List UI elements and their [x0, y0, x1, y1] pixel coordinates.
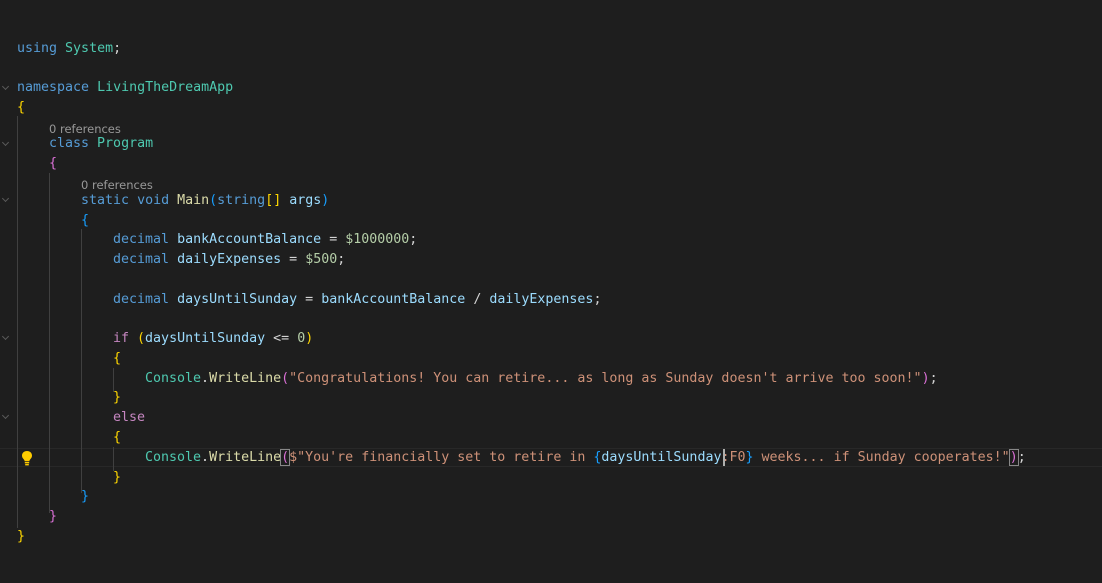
code-line-brace: } — [113, 390, 122, 405]
variable-name: bankAccountBalance — [321, 292, 466, 307]
keyword: static — [81, 193, 130, 208]
parameter-name: args — [289, 193, 322, 208]
code-line-brace: } — [81, 489, 90, 504]
fold-chevron-icon[interactable] — [2, 84, 10, 92]
keyword: else — [113, 410, 146, 425]
numeric-literal: $500 — [305, 252, 338, 267]
code-line-brace: { — [81, 213, 90, 228]
fold-chevron-icon[interactable] — [2, 334, 10, 342]
codelens-references[interactable]: 0 references — [81, 178, 153, 192]
numeric-literal: $1000000 — [345, 232, 410, 247]
code-line-brace: } — [17, 529, 26, 544]
code-line-writeline-congrats: Console.WriteLine("Congratulations! You … — [145, 371, 938, 386]
variable-name: dailyExpenses — [489, 292, 594, 307]
code-line-if: if (daysUntilSunday <= 0) — [113, 331, 314, 346]
codelens-references[interactable]: 0 references — [49, 122, 121, 136]
keyword: namespace — [17, 80, 90, 95]
keyword: string — [217, 193, 266, 208]
indent-guide — [17, 116, 18, 528]
code-line-writeline-interp: Console.WriteLine($"You're financially s… — [145, 449, 1026, 466]
string-literal: weeks... if Sunday cooperates!" — [753, 450, 1010, 465]
matched-bracket: ) — [1008, 449, 1019, 466]
string-literal: "Congratulations! You can retire... as l… — [289, 371, 922, 386]
code-line-brace: { — [17, 100, 26, 115]
variable-name: dailyExpenses — [177, 252, 282, 267]
code-line-brace: { — [113, 351, 122, 366]
format-specifier: :F0 — [721, 450, 746, 465]
code-line-main: static void Main(string[] args) — [81, 193, 330, 208]
lightbulb-icon[interactable] — [21, 450, 33, 466]
text-cursor — [723, 449, 725, 466]
keyword: class — [49, 136, 90, 151]
code-editor[interactable]: using System; namespace LivingTheDreamAp… — [0, 0, 1102, 583]
indent-guide — [49, 173, 50, 513]
keyword: decimal — [113, 252, 170, 267]
code-line-brace: } — [49, 509, 58, 524]
numeric-literal: 0 — [297, 331, 306, 346]
code-line-days: decimal daysUntilSunday = bankAccountBal… — [113, 292, 602, 307]
code-line-brace: { — [113, 430, 122, 445]
variable-name: bankAccountBalance — [177, 232, 322, 247]
class-name: Program — [97, 136, 154, 151]
class-reference: Console — [145, 450, 202, 465]
indent-guide — [113, 447, 114, 471]
string-literal: $"You're financially set to retire in — [289, 450, 594, 465]
code-line-namespace: namespace LivingTheDreamApp — [17, 79, 233, 97]
code-line-class: class Program — [49, 135, 153, 153]
method-call: WriteLine — [209, 450, 282, 465]
fold-chevron-icon[interactable] — [2, 140, 10, 148]
variable-name: daysUntilSunday — [601, 450, 722, 465]
keyword: void — [137, 193, 170, 208]
code-line-using: using System; — [17, 41, 122, 56]
code-line-brace: } — [113, 470, 122, 485]
keyword: if — [113, 331, 130, 346]
code-line-balance: decimal bankAccountBalance = $1000000; — [113, 232, 418, 247]
variable-name: daysUntilSunday — [177, 292, 298, 307]
method-call: WriteLine — [209, 371, 282, 386]
fold-chevron-icon[interactable] — [2, 413, 10, 421]
code-line-expenses: decimal dailyExpenses = $500; — [113, 252, 346, 267]
namespace-name: LivingTheDreamApp — [97, 80, 234, 95]
keyword: decimal — [113, 232, 170, 247]
code-line-else: else — [113, 409, 145, 427]
matched-bracket: ( — [280, 449, 291, 466]
code-line-brace: { — [49, 156, 58, 171]
variable-name: daysUntilSunday — [145, 331, 266, 346]
class-reference: Console — [145, 371, 202, 386]
fold-chevron-icon[interactable] — [2, 196, 10, 204]
namespace-reference: System — [65, 41, 114, 56]
method-name: Main — [177, 193, 210, 208]
indent-guide — [81, 229, 82, 493]
keyword: using — [17, 41, 58, 56]
keyword: decimal — [113, 292, 170, 307]
